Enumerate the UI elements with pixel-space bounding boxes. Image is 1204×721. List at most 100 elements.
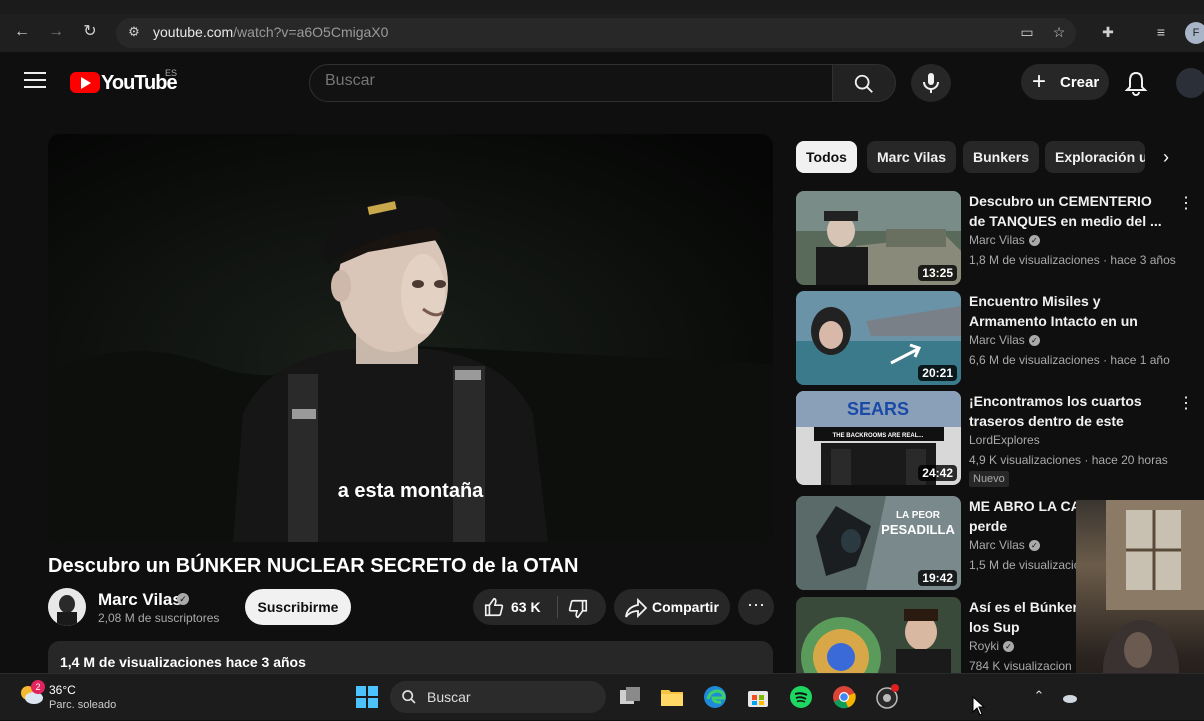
new-badge: Nuevo xyxy=(969,471,1009,487)
video-thumbnail[interactable] xyxy=(796,597,961,673)
search-button[interactable] xyxy=(832,64,896,102)
recommendation-item[interactable]: 20:21 Encuentro Misiles y Armamento Inta… xyxy=(796,291,1204,385)
like-count[interactable]: 63 K xyxy=(511,599,541,615)
extensions-icon[interactable]: ✚ xyxy=(1098,22,1118,42)
share-icon xyxy=(624,597,648,619)
weather-temperature[interactable]: 36°C xyxy=(49,683,76,697)
menu-icon[interactable] xyxy=(24,72,46,90)
video-duration: 20:21 xyxy=(918,365,957,381)
recommendation-channel[interactable]: Marc Vilas ✓ xyxy=(969,538,1040,552)
video-title: Descubro un BÚNKER NUCLEAR SECRETO de la… xyxy=(48,555,579,577)
recommendation-channel-name[interactable]: Marc Vilas xyxy=(969,538,1025,552)
site-info-icon[interactable]: ⚙ xyxy=(124,22,144,42)
taskbar-search[interactable] xyxy=(390,681,606,713)
search-icon xyxy=(854,74,873,93)
forward-icon[interactable]: → xyxy=(46,22,66,42)
install-app-icon[interactable]: ▭ xyxy=(1017,22,1037,42)
recommendation-item[interactable]: SEARS THE BACKROOMS ARE REAL... 24:42 ¡En… xyxy=(796,391,1204,487)
plus-icon: + xyxy=(1032,68,1047,95)
taskbar-search-label: Buscar xyxy=(427,689,471,705)
search-icon xyxy=(402,690,416,704)
views-and-date: 1,4 M de visualizaciones hace 3 años xyxy=(60,654,306,670)
url-path: /watch?v=a6O5CmigaX0 xyxy=(233,24,389,40)
media-controls-icon[interactable]: ≡ xyxy=(1151,22,1171,42)
channel-avatar[interactable] xyxy=(48,588,86,626)
onedrive-icon[interactable] xyxy=(1060,688,1078,706)
recommendation-channel[interactable]: Royki ✓ xyxy=(969,639,1015,653)
verified-check-icon: ✓ xyxy=(177,593,189,605)
recommendation-channel[interactable]: Marc Vilas ✓ xyxy=(969,233,1040,247)
voice-search-button[interactable] xyxy=(911,64,951,102)
chevron-right-icon[interactable]: › xyxy=(1156,147,1176,167)
share-label: Compartir xyxy=(652,599,719,615)
thumbnail-banner-text: THE BACKROOMS ARE REAL... xyxy=(833,433,924,439)
dislike-icon[interactable] xyxy=(567,598,589,620)
like-icon[interactable] xyxy=(483,596,505,618)
file-explorer-icon[interactable] xyxy=(659,684,685,710)
create-label: Crear xyxy=(1060,74,1100,91)
recommendation-channel-name[interactable]: Marc Vilas xyxy=(969,333,1025,347)
profile-avatar[interactable]: F xyxy=(1185,22,1204,44)
verified-check-icon: ✓ xyxy=(1028,540,1040,552)
verified-check-icon: ✓ xyxy=(1028,235,1040,247)
recommendation-title[interactable]: Encuentro Misiles y Armamento Intacto en… xyxy=(969,291,1169,331)
mouse-cursor-icon xyxy=(972,695,986,716)
recommendation-meta: 1,5 M de visualizacio xyxy=(969,558,1081,572)
recommendation-channel[interactable]: LordExplores xyxy=(969,433,1040,447)
weather-description[interactable]: Parc. soleado xyxy=(49,699,116,711)
microsoft-store-icon[interactable] xyxy=(745,684,771,710)
bookmark-star-icon[interactable]: ☆ xyxy=(1049,22,1069,42)
like-divider xyxy=(557,596,558,618)
video-thumbnail[interactable]: 20:21 xyxy=(796,291,961,385)
recommendation-title[interactable]: ¡Encontramos los cuartos traseros dentro… xyxy=(969,391,1169,431)
video-thumbnail[interactable]: 13:25 xyxy=(796,191,961,285)
url-text[interactable]: youtube.com/watch?v=a6O5CmigaX0 xyxy=(153,24,388,40)
chrome-icon[interactable] xyxy=(831,684,857,710)
recommendation-channel-name[interactable]: Marc Vilas xyxy=(969,233,1025,247)
video-thumbnail[interactable]: LA PEOR PESADILLA 19:42 xyxy=(796,496,961,590)
recommendation-meta: 6,6 M de visualizaciones · hace 1 año xyxy=(969,353,1170,367)
back-icon[interactable]: ← xyxy=(12,22,32,42)
search-input[interactable] xyxy=(325,72,805,90)
weather-notification-badge: 2 xyxy=(31,680,45,694)
video-thumbnail[interactable]: SEARS THE BACKROOMS ARE REAL... 24:42 xyxy=(796,391,961,485)
more-vert-icon[interactable]: ⋮ xyxy=(1178,393,1194,413)
microphone-icon xyxy=(923,73,939,93)
edge-browser-icon[interactable] xyxy=(702,684,728,710)
video-duration: 19:42 xyxy=(918,570,957,586)
thumbnail-text-2: PESADILLA xyxy=(881,522,955,537)
channel-name[interactable]: Marc Vilas xyxy=(98,590,182,610)
video-duration: 24:42 xyxy=(918,465,957,481)
recommendation-item[interactable]: 13:25 Descubro un CEMENTERIO de TANQUES … xyxy=(796,191,1204,285)
recommendation-meta: 784 K visualizacion xyxy=(969,659,1072,673)
recommendation-channel[interactable]: Marc Vilas ✓ xyxy=(969,333,1040,347)
browser-tab-strip xyxy=(0,0,1204,14)
more-vert-icon[interactable]: ⋮ xyxy=(1178,193,1194,213)
spotify-icon[interactable] xyxy=(788,684,814,710)
subscribe-button[interactable]: Suscribirme xyxy=(245,589,351,625)
recording-app-icon[interactable] xyxy=(874,684,900,710)
subscriber-count: 2,08 M de suscriptores xyxy=(98,611,220,625)
verified-check-icon: ✓ xyxy=(1028,335,1040,347)
thumbnail-text-1: LA PEOR xyxy=(896,510,941,521)
thumbnail-sign-text: SEARS xyxy=(847,399,909,419)
chip-todos[interactable]: Todos xyxy=(796,141,857,173)
chip-bunkers[interactable]: Bunkers xyxy=(963,141,1040,173)
region-code: ES xyxy=(165,68,178,78)
recommendation-title[interactable]: Descubro un CEMENTERIO de TANQUES en med… xyxy=(969,191,1169,231)
chevron-up-icon[interactable]: ⌃ xyxy=(1031,688,1047,704)
task-view-icon[interactable] xyxy=(617,684,643,710)
more-actions-icon[interactable]: ··· xyxy=(738,589,774,625)
account-avatar[interactable] xyxy=(1176,68,1204,98)
video-subtitle: a esta montaña xyxy=(337,480,484,502)
reload-icon[interactable]: ↻ xyxy=(80,22,100,42)
chip-exploracion[interactable]: Exploración u xyxy=(1045,141,1145,173)
notifications-bell-icon[interactable] xyxy=(1124,70,1148,96)
recommendation-meta: 4,9 K visualizaciones · hace 20 horas xyxy=(969,453,1168,467)
verified-check-icon: ✓ xyxy=(1003,641,1015,653)
youtube-logo-icon[interactable] xyxy=(70,72,100,93)
chip-marc-vilas[interactable]: Marc Vilas xyxy=(867,141,957,173)
windows-start-icon[interactable] xyxy=(354,684,380,710)
recommendation-channel-name[interactable]: Royki xyxy=(969,639,999,653)
video-duration: 13:25 xyxy=(918,265,957,281)
